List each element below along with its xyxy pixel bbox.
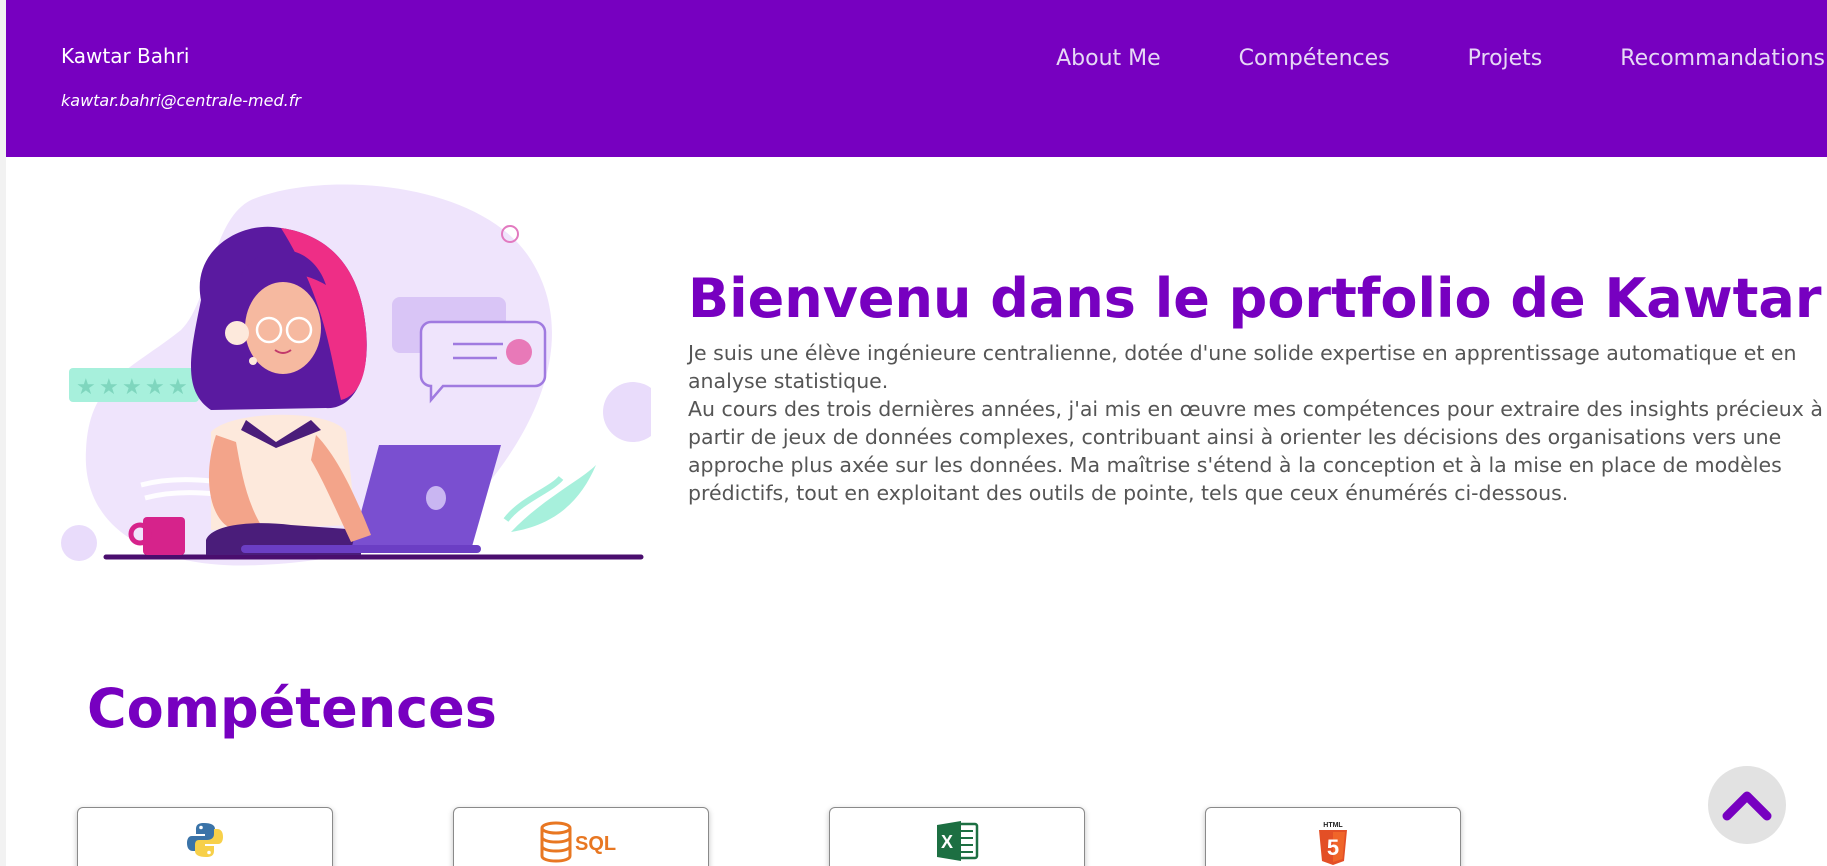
skill-card-html5[interactable]: HTML 5 — [1205, 807, 1461, 866]
html5-number: 5 — [1327, 835, 1339, 860]
skills-section-title: Compétences — [87, 677, 497, 740]
hero-illustration: ★ ★ ★ ★ ★ — [61, 184, 651, 566]
sql-icon: SQL — [540, 821, 616, 863]
svg-text:★: ★ — [168, 375, 188, 400]
hero-paragraph-2: Au cours des trois dernières années, j'a… — [688, 397, 1823, 505]
headphone-icon — [225, 321, 249, 345]
nav-about-me[interactable]: About Me — [1056, 46, 1161, 71]
svg-text:★: ★ — [99, 375, 119, 400]
python-icon — [187, 823, 223, 857]
brand-name: Kawtar Bahri — [61, 44, 190, 68]
hero-description: Je suis une élève ingénieure centralienn… — [688, 339, 1823, 507]
chevron-up-icon — [1722, 791, 1772, 821]
skill-card-python[interactable] — [77, 807, 333, 866]
html5-label: HTML — [1323, 822, 1343, 829]
plant-leaf — [511, 465, 596, 532]
nav-competences[interactable]: Compétences — [1239, 46, 1390, 71]
html5-icon: HTML 5 — [1319, 822, 1347, 865]
star-icon-group: ★ ★ ★ ★ ★ — [76, 375, 188, 400]
brand-email: kawtar.bahri@centrale-med.fr — [61, 91, 301, 110]
main-nav: About Me Compétences Projets Recommandat… — [1056, 46, 1825, 71]
hero-title: Bienvenu dans le portfolio de Kawtar ! — [688, 267, 1827, 330]
excel-label: X — [941, 832, 953, 852]
svg-text:★: ★ — [122, 375, 142, 400]
laptop-base — [241, 545, 481, 553]
skill-card-sql[interactable]: SQL — [453, 807, 709, 866]
svg-text:★: ★ — [145, 375, 165, 400]
top-header: Kawtar Bahri kawtar.bahri@centrale-med.f… — [6, 0, 1827, 157]
skill-card-excel[interactable]: X — [829, 807, 1085, 866]
page: Kawtar Bahri kawtar.bahri@centrale-med.f… — [6, 0, 1827, 866]
nav-projets[interactable]: Projets — [1468, 46, 1543, 71]
deco-circle-right — [603, 382, 651, 442]
sql-label: SQL — [575, 833, 616, 855]
svg-text:★: ★ — [76, 375, 96, 400]
scroll-to-top-button[interactable] — [1708, 766, 1786, 844]
excel-icon: X — [937, 821, 979, 861]
deco-circle-left — [61, 525, 97, 561]
hero-paragraph-1: Je suis une élève ingénieure centralienn… — [688, 341, 1797, 393]
nav-recommandations[interactable]: Recommandations — [1620, 46, 1825, 71]
